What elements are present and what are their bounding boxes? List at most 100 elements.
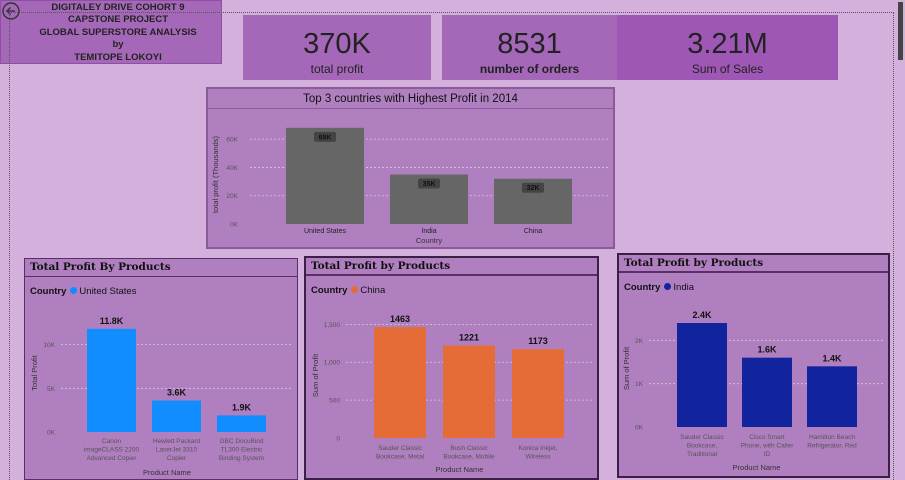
chart-bar[interactable] <box>807 366 857 427</box>
x-tick-label-line: Cisco Smart <box>749 434 785 441</box>
x-tick-label: Sauder Classic Bookcase, Traditional <box>680 434 724 458</box>
x-tick-label-line: Refrigerator, Red <box>807 443 857 450</box>
chart-bar[interactable] <box>374 327 426 438</box>
x-axis-title: Country <box>416 236 443 245</box>
x-tick-label-line: TL300 Electric <box>221 447 263 454</box>
y-tick-label: 60K <box>226 137 238 144</box>
circle-arrow-left-icon[interactable] <box>2 2 20 20</box>
x-tick-label-line: India <box>421 228 436 235</box>
chart-bar[interactable] <box>152 400 201 432</box>
y-axis-title: total profit (Thousands) <box>211 135 220 213</box>
title-scrollbar[interactable] <box>898 2 903 60</box>
x-axis-title: Product Name <box>143 468 191 477</box>
top-countries-bar-chart: 0K 20K 40K 60K total profit (Thousands) Count… <box>211 127 608 245</box>
y-tick-label: 0 <box>336 436 340 443</box>
data-label: 1.6K <box>757 345 777 355</box>
data-label: 32K <box>527 185 540 192</box>
y-tick-label: 0K <box>230 222 239 229</box>
kpi-card-total-profit: 370K total profit <box>243 15 431 80</box>
kpi-value: 3.21M <box>687 28 768 60</box>
chart-bar[interactable] <box>87 328 136 432</box>
kpi-value: 370K <box>303 28 371 60</box>
y-tick-label: 40K <box>226 165 238 172</box>
y-tick-label: 5K <box>47 386 56 393</box>
x-tick-label: Cisco Smart Phone, with Caller ID <box>741 434 795 458</box>
kpi-label: Sum of Sales <box>691 62 764 76</box>
top-countries-chart-panel[interactable]: Top 3 countries with Highest Profit in 2… <box>206 87 615 249</box>
x-tick-label: Canon imageCLASS 2200 Advanced Copier <box>84 438 140 462</box>
data-label: 1221 <box>459 333 479 343</box>
x-tick-label-line: Advanced Copier <box>87 455 138 462</box>
y-axis-title: Total Profit <box>30 354 39 390</box>
chart-bar[interactable] <box>443 345 495 439</box>
x-tick-label-line: Wireless <box>526 454 552 461</box>
report-title: DIGITALEY DRIVE COHORT 9 CAPSTONE PROJEC… <box>22 2 214 64</box>
x-tick-label-line: United States <box>304 228 347 235</box>
x-tick-label-line: Canon <box>102 438 122 445</box>
us-products-bar-chart: 0K 5K 10K Total Profit Product Name 11.8K Cano… <box>30 316 293 477</box>
y-tick-label: 20K <box>226 193 238 200</box>
y-tick-label: 1,500 <box>324 322 341 329</box>
chart-bar[interactable] <box>677 323 727 427</box>
x-tick-label: China <box>524 228 542 235</box>
y-axis-title: Sum of Profit <box>622 346 631 390</box>
x-tick-label-line: Phone, with Caller <box>741 443 795 450</box>
x-tick-label-line: LaserJet 3310 <box>156 447 198 454</box>
kpi-label: number of orders <box>479 62 580 76</box>
x-tick-label: Bush Classic Bookcase, Mobile <box>443 445 495 461</box>
chart-bar[interactable] <box>286 127 364 224</box>
chart-bar[interactable] <box>217 415 266 432</box>
x-tick-label-line: Bookcase, Mobile <box>443 454 495 461</box>
chart-bar[interactable] <box>512 349 564 438</box>
report-canvas: DIGITALEY DRIVE COHORT 9 CAPSTONE PROJEC… <box>0 0 905 480</box>
x-tick-label-line: China <box>524 228 542 235</box>
x-axis-title: Product Name <box>733 463 781 472</box>
x-axis-title: Product Name <box>436 465 484 474</box>
y-tick-label: 10K <box>43 342 55 349</box>
china-products-bar-chart: 0 500 1,000 1,500 Sum of Profit Product Name 1… <box>311 314 593 474</box>
title-line: GLOBAL SUPERSTORE ANALYSIS <box>39 26 197 38</box>
x-tick-label-line: Binding System <box>219 455 264 462</box>
x-tick-label: India <box>421 228 436 235</box>
kpi-value: 8531 <box>497 28 562 60</box>
x-tick-label-line: Konica Inkjet, <box>518 445 557 452</box>
data-label: 2.4K <box>692 310 712 320</box>
x-tick-label-line: Sauder Classic <box>378 445 422 452</box>
india-products-chart-panel[interactable]: Total Profit by Products Country India 0K… <box>617 253 890 478</box>
y-tick-label: 1K <box>635 381 644 388</box>
x-tick-label-line: Hewlett Packard <box>153 438 201 445</box>
x-tick-label-line: imageCLASS 2200 <box>84 447 140 454</box>
report-title-card: DIGITALEY DRIVE COHORT 9 CAPSTONE PROJEC… <box>0 0 903 64</box>
x-tick-label-line: Bookcase, <box>687 443 718 450</box>
title-line: DIGITALEY DRIVE COHORT 9 <box>51 2 185 13</box>
x-tick-label-line: Sauder Classic <box>680 434 724 441</box>
x-tick-label: Hamilton Beach Refrigerator, Red <box>807 434 857 450</box>
kpi-card-number-of-orders: 8531 number of orders <box>442 15 617 80</box>
x-tick-label: GBC DocuBind TL300 Electric Binding System <box>219 438 264 462</box>
china-products-chart-panel[interactable]: Total Profit by Products Country China 05… <box>304 256 599 480</box>
data-label: 11.8K <box>100 316 124 326</box>
x-tick-label: Hewlett Packard LaserJet 3310 Copier <box>153 438 201 462</box>
data-label: 35K <box>423 181 436 188</box>
x-tick-label-line: Bush Classic <box>450 445 488 452</box>
data-label: 1173 <box>528 336 548 346</box>
title-line: CAPSTONE PROJECT <box>67 14 169 26</box>
y-axis-title: Sum of Profit <box>311 353 320 397</box>
us-products-chart-panel[interactable]: Total Profit By Products Country United S… <box>24 258 298 480</box>
y-tick-label: 2K <box>635 338 644 345</box>
india-products-bar-chart: 0K 1K 2K Sum of Profit Product Name 2.4K Saude… <box>622 310 884 472</box>
title-line: by <box>112 39 124 51</box>
x-tick-label: United States <box>304 228 347 235</box>
kpi-label: total profit <box>310 62 364 76</box>
x-tick-label-line: GBC DocuBind <box>219 438 263 445</box>
data-label: 3.6K <box>167 388 187 398</box>
x-tick-label-line: Hamilton Beach <box>809 434 855 441</box>
x-tick-label-line: Bookcase, Metal <box>376 454 425 461</box>
title-line: TEMITOPE LOKOYI <box>74 51 162 63</box>
data-label: 1463 <box>390 314 410 324</box>
y-tick-label: 1,000 <box>324 360 341 367</box>
y-tick-label: 0K <box>47 430 56 437</box>
kpi-card-sum-of-sales: 3.21M Sum of Sales <box>617 15 838 80</box>
y-tick-label: 500 <box>329 398 340 405</box>
chart-bar[interactable] <box>742 357 792 427</box>
